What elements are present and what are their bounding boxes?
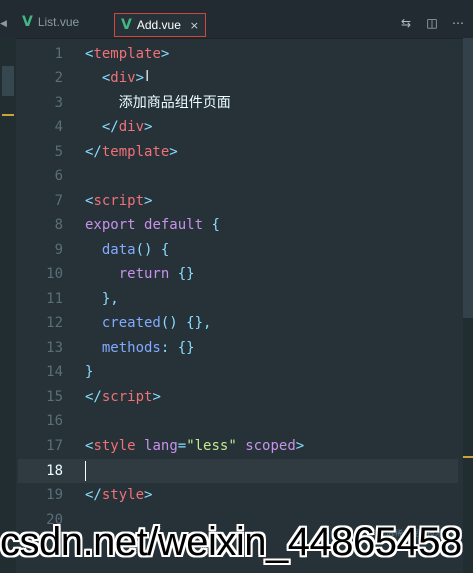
code-line-8: export default { [85,213,220,237]
line-number: 1 [54,46,63,62]
watermark-text: csdn.net/weixin_44865458 [0,520,462,564]
token-string: "less" [186,438,237,454]
line-number-current: 18 [46,463,63,479]
token-punct: > [152,389,161,405]
code-line-7: <script> [85,189,152,213]
line-number: 7 [54,193,63,209]
code-line-12: created() {}, [85,311,212,335]
token-punct: { [211,217,220,233]
tab-label: Add.vue [136,18,181,32]
code-line-15: </script> [85,385,161,409]
vertical-scrollbar[interactable] [463,38,473,573]
token-tag: div [110,70,136,86]
code-line-13: methods: {} [85,336,195,360]
token-tag: template [101,144,170,160]
code-line-10: return {} [85,262,195,286]
left-gutter-strip [0,38,16,573]
token-punct: > [160,46,170,62]
code-line-3: 添加商品组件页面 [85,91,231,115]
tab-list-vue[interactable]: V List.vue [22,8,79,36]
token-punct: = [177,438,187,454]
token-punct: > [169,144,178,160]
line-number: 10 [46,266,63,282]
editor-actions: ⇆ ◫ ⋯ [399,16,465,30]
tab-label: List.vue [37,15,80,29]
code-line-11: }, [85,287,119,311]
scrollbar-marker [463,456,473,458]
token-punct: }, [101,291,119,307]
line-number: 17 [46,438,63,454]
line-number: 4 [54,119,63,135]
close-icon[interactable]: × [190,19,199,32]
token-punct: > [295,438,305,454]
token-punct: () {}, [160,315,212,331]
token-tag: script [93,193,145,209]
token-punct: {} [177,266,195,282]
token-punct: > [144,487,153,503]
line-number: 5 [54,144,63,160]
line-number: 6 [54,168,63,184]
token-attribute: lang [144,438,178,454]
current-line-highlight [18,459,458,483]
token-punct: </ [85,144,102,160]
code-line-4: </div> [85,115,153,139]
code-line-2: <div> [85,66,144,90]
editor-tab-bar: ◀ V List.vue V Add.vue × ⇆ ◫ ⋯ [0,0,473,39]
token-tag: script [101,389,153,405]
token-tag: div [118,119,145,135]
line-number: 13 [46,340,63,356]
gutter-thumb [2,66,14,96]
tab-add-vue[interactable]: V Add.vue × [114,13,206,37]
line-number: 19 [46,487,63,503]
code-line-5: </template> [85,140,178,164]
gutter-marker [2,114,14,116]
line-number: 12 [46,315,63,331]
token-punct: </ [85,389,102,405]
line-number: 11 [46,291,63,307]
line-number: 8 [54,217,63,233]
token-keyword: export [85,217,136,233]
token-punct: > [135,70,145,86]
line-number: 15 [46,389,63,405]
scrollbar-thumb[interactable] [463,38,473,318]
token-text: 添加商品组件页面 [118,95,231,111]
line-number: 14 [46,364,63,380]
token-punct: </ [85,487,102,503]
code-line-17: <style lang="less" scoped> [85,434,304,458]
token-tag: template [93,46,161,62]
mouse-cursor-icon: I [145,67,150,85]
token-punct: </ [101,119,119,135]
line-number: 9 [54,242,63,258]
token-tag: style [93,438,136,454]
line-number: 16 [46,413,63,429]
token-function: data [101,242,136,258]
token-punct: > [144,119,153,135]
token-function: created [101,315,161,331]
code-line-9: data() { [85,238,169,262]
token-punct: : {} [160,340,195,356]
vue-file-icon: V [22,14,33,30]
code-line-14: } [85,360,93,384]
token-punct: () { [135,242,170,258]
token-keyword: default [144,217,204,233]
token-keyword: return [118,266,170,282]
token-tag: style [101,487,145,503]
code-line-1: <template> [85,42,169,66]
more-actions-icon[interactable]: ⋯ [451,16,465,30]
tab-scroll-left-icon[interactable]: ◀ [0,19,7,29]
code-line-19: </style> [85,483,152,507]
vue-file-icon: V [121,17,132,33]
token-punct: > [144,193,153,209]
open-changes-icon[interactable]: ⇆ [399,16,413,30]
text-caret [85,461,86,481]
line-number: 2 [54,70,63,86]
token-attribute: scoped [245,438,296,454]
line-number: 3 [54,95,63,111]
token-punct: } [85,364,94,380]
token-function: methods [101,340,161,356]
split-editor-icon[interactable]: ◫ [425,16,439,30]
